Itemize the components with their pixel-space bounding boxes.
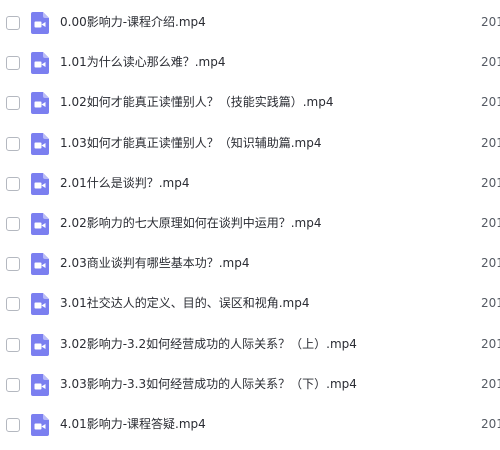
- file-checkbox[interactable]: [6, 96, 20, 111]
- file-checkbox[interactable]: [6, 257, 20, 272]
- file-row[interactable]: 0.00影响力-课程介绍.mp4 201: [0, 3, 500, 43]
- file-row[interactable]: 3.02影响力-3.2如何经营成功的人际关系？（上）.mp4 201: [0, 325, 500, 365]
- file-checkbox[interactable]: [6, 216, 20, 231]
- video-file-icon: [31, 172, 49, 195]
- video-file-icon: [31, 52, 49, 75]
- file-date: 201: [481, 296, 500, 311]
- file-name[interactable]: 2.02影响力的七大原理如何在谈判中运用？.mp4: [60, 215, 321, 231]
- file-checkbox[interactable]: [6, 337, 20, 352]
- file-row[interactable]: 1.02如何才能真正读懂别人？（技能实践篇）.mp4 201: [0, 83, 500, 123]
- file-date: 201: [481, 95, 500, 110]
- file-date: 201: [481, 135, 500, 150]
- file-row[interactable]: 1.03如何才能真正读懂别人？（知识辅助篇.mp4 201: [0, 124, 500, 164]
- file-checkbox[interactable]: [6, 377, 20, 392]
- video-file-icon: [31, 132, 49, 155]
- file-row[interactable]: 2.01什么是谈判？.mp4 201: [0, 164, 500, 204]
- file-date: 201: [481, 416, 500, 431]
- file-checkbox[interactable]: [6, 417, 20, 432]
- video-file-icon: [31, 92, 49, 115]
- file-name[interactable]: 0.00影响力-课程介绍.mp4: [60, 14, 206, 30]
- file-name[interactable]: 2.01什么是谈判？.mp4: [60, 175, 189, 191]
- file-row[interactable]: 4.01影响力-课程答疑.mp4 201: [0, 405, 500, 445]
- file-checkbox[interactable]: [6, 16, 20, 30]
- video-file-icon: [31, 12, 49, 34]
- file-date: 201: [481, 215, 500, 230]
- video-file-icon: [31, 253, 49, 276]
- file-name[interactable]: 3.01社交达人的定义、目的、误区和视角.mp4: [60, 295, 309, 311]
- file-checkbox[interactable]: [6, 297, 20, 312]
- file-date: 201: [481, 175, 500, 190]
- file-date: 201: [481, 336, 500, 351]
- file-list: 0.00影响力-课程介绍.mp42011.01为什么读心那么难？.mp42011…: [0, 3, 500, 445]
- file-date: 201: [481, 256, 500, 271]
- file-checkbox[interactable]: [6, 176, 20, 191]
- file-checkbox[interactable]: [6, 56, 20, 71]
- file-name[interactable]: 1.01为什么读心那么难？.mp4: [60, 54, 225, 70]
- file-date: 201: [481, 376, 500, 391]
- video-file-icon: [31, 373, 49, 396]
- file-date: 201: [481, 55, 500, 70]
- file-name[interactable]: 4.01影响力-课程答疑.mp4: [60, 416, 206, 432]
- file-name[interactable]: 2.03商业谈判有哪些基本功？.mp4: [60, 255, 249, 271]
- video-file-icon: [31, 333, 49, 356]
- file-name[interactable]: 3.03影响力-3.3如何经营成功的人际关系？（下）.mp4: [60, 376, 357, 392]
- file-row[interactable]: 3.03影响力-3.3如何经营成功的人际关系？（下）.mp4 201: [0, 365, 500, 405]
- file-checkbox[interactable]: [6, 136, 20, 151]
- file-row[interactable]: 1.01为什么读心那么难？.mp4 201: [0, 43, 500, 83]
- file-row[interactable]: 3.01社交达人的定义、目的、误区和视角.mp4 201: [0, 284, 500, 324]
- file-name[interactable]: 1.02如何才能真正读懂别人？（技能实践篇）.mp4: [60, 94, 333, 110]
- file-name[interactable]: 3.02影响力-3.2如何经营成功的人际关系？（上）.mp4: [60, 336, 357, 352]
- file-date: 201: [481, 15, 500, 29]
- video-file-icon: [31, 212, 49, 235]
- video-file-icon: [31, 413, 49, 436]
- video-file-icon: [31, 293, 49, 316]
- file-row[interactable]: 2.03商业谈判有哪些基本功？.mp4 201: [0, 244, 500, 284]
- file-row[interactable]: 2.02影响力的七大原理如何在谈判中运用？.mp4 201: [0, 204, 500, 244]
- file-name[interactable]: 1.03如何才能真正读懂别人？（知识辅助篇.mp4: [60, 135, 321, 151]
